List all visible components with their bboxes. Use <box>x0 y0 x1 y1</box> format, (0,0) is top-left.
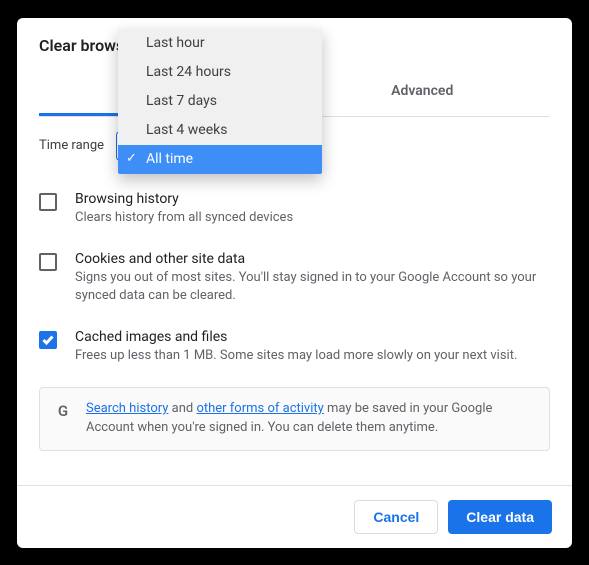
option-title: Cached images and files <box>75 329 517 345</box>
dropdown-item-all-time[interactable]: All time <box>118 145 322 174</box>
option-title: Cookies and other site data <box>75 251 550 267</box>
option-desc: Frees up less than 1 MB. Some sites may … <box>75 347 517 365</box>
checkbox-browsing-history[interactable] <box>39 193 57 211</box>
dropdown-item-last-24-hours[interactable]: Last 24 hours <box>118 58 322 87</box>
checkmark-icon <box>42 335 54 345</box>
info-box: G Search history and other forms of acti… <box>39 387 550 451</box>
search-history-link[interactable]: Search history <box>86 401 168 416</box>
google-icon: G <box>54 402 72 420</box>
option-title: Browsing history <box>75 191 293 207</box>
option-desc: Signs you out of most sites. You'll stay… <box>75 269 550 305</box>
option-desc: Clears history from all synced devices <box>75 209 293 227</box>
clear-browsing-data-dialog: Clear browsing data Basic Advanced Time … <box>17 18 572 548</box>
dropdown-item-last-7-days[interactable]: Last 7 days <box>118 87 322 116</box>
dropdown-item-last-4-weeks[interactable]: Last 4 weeks <box>118 116 322 145</box>
other-activity-link[interactable]: other forms of activity <box>196 401 323 416</box>
cancel-button[interactable]: Cancel <box>354 500 438 534</box>
clear-data-button[interactable]: Clear data <box>448 500 552 534</box>
info-text: Search history and other forms of activi… <box>86 400 535 438</box>
dropdown-item-last-hour[interactable]: Last hour <box>118 29 322 58</box>
checkbox-cookies[interactable] <box>39 253 57 271</box>
checkbox-cached-images[interactable] <box>39 331 57 349</box>
time-range-dropdown: Last hour Last 24 hours Last 7 days Last… <box>118 29 322 174</box>
tab-advanced[interactable]: Advanced <box>295 69 551 116</box>
time-range-label: Time range <box>39 138 104 153</box>
